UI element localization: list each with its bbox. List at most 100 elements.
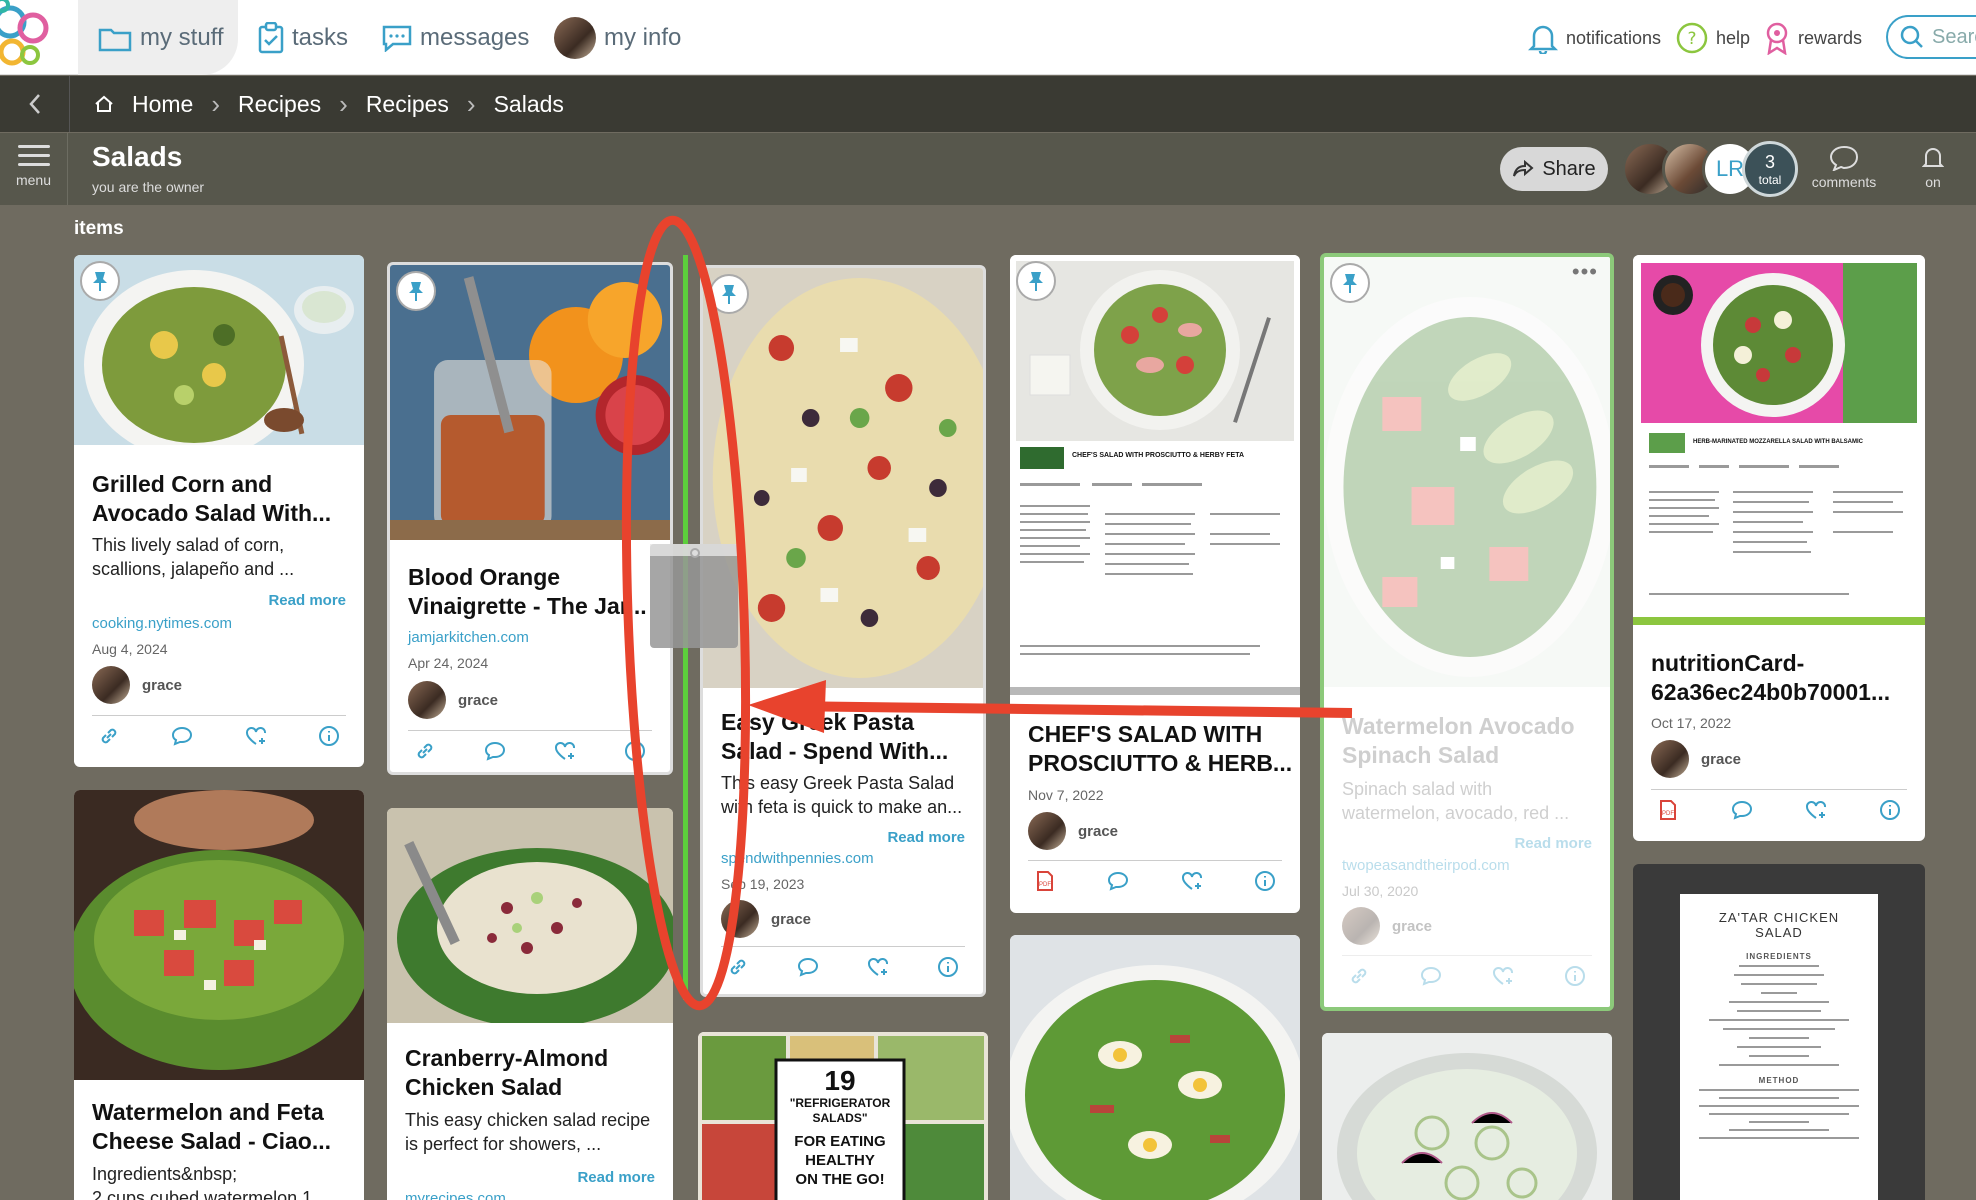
recipe-card-zatar-chicken[interactable]: ZA'TAR CHICKEN SALAD INGREDIENTS METHOD xyxy=(1633,864,1925,1200)
recipe-card-greek-pasta[interactable]: Easy Greek Pasta Salad - Spend With... T… xyxy=(700,265,986,997)
info-icon[interactable] xyxy=(1564,965,1586,987)
doc-heading: CHEF'S SALAD WITH PROSCIUTTO & HERBY FET… xyxy=(1072,452,1244,459)
recipe-card-chefs-salad[interactable]: CHEF'S SALAD WITH PROSCIUTTO & HERBY FET… xyxy=(1010,255,1300,913)
link-icon[interactable] xyxy=(727,956,749,978)
tab-my-stuff[interactable]: my stuff xyxy=(98,18,224,58)
recipe-card-cucumber-salad[interactable] xyxy=(1322,1033,1612,1200)
card-image xyxy=(74,790,364,1080)
recipe-card-refrigerator-salads[interactable]: 19 "REFRIGERATOR SALADS" FOR EATING HEAL… xyxy=(698,1032,988,1200)
source-link[interactable]: twopeasandtheirpod.com xyxy=(1342,857,1510,874)
heart-plus-icon[interactable] xyxy=(1492,965,1514,987)
card-owner: grace xyxy=(1342,907,1432,945)
recipe-card-blood-orange[interactable]: Blood Orange Vinaigrette - The Jar... ja… xyxy=(387,262,673,775)
svg-text:PDF: PDF xyxy=(1662,811,1674,817)
card-title: nutritionCard- 62a36ec24b0b70001... xyxy=(1651,649,1890,707)
heart-plus-icon[interactable] xyxy=(245,725,267,747)
breadcrumb-salads[interactable]: Salads xyxy=(494,91,564,118)
help-link[interactable]: ? help xyxy=(1676,18,1750,58)
back-button[interactable] xyxy=(0,76,70,132)
card-owner: grace xyxy=(92,666,182,704)
pin-button[interactable] xyxy=(80,261,120,301)
tab-label: messages xyxy=(420,24,530,51)
read-more-link[interactable]: Read more xyxy=(268,592,346,609)
comment-icon[interactable] xyxy=(1731,799,1753,821)
heart-plus-icon[interactable] xyxy=(1805,799,1827,821)
app-logo[interactable] xyxy=(0,0,80,75)
info-icon[interactable] xyxy=(1879,799,1901,821)
comment-icon[interactable] xyxy=(484,740,506,762)
tab-tasks[interactable]: tasks xyxy=(258,18,348,58)
recipe-card-watermelon-avocado[interactable]: Watermelon Avocado Spinach Salad Spinach… xyxy=(1320,253,1614,1011)
recipe-card-nutrition[interactable]: HERB-MARINATED MOZZARELLA SALAD WITH BAL… xyxy=(1633,255,1925,841)
poster-line: SALADS" xyxy=(812,1111,868,1125)
breadcrumb-recipes-2[interactable]: Recipes xyxy=(366,91,449,118)
source-link[interactable]: jamjarkitchen.com xyxy=(408,629,529,646)
search-input[interactable]: Searc xyxy=(1886,15,1976,59)
card-image xyxy=(1324,257,1610,687)
bell-icon xyxy=(1921,148,1945,167)
heart-plus-icon[interactable] xyxy=(1181,870,1203,892)
card-image: HERB-MARINATED MOZZARELLA SALAD WITH BAL… xyxy=(1633,255,1925,625)
info-icon[interactable] xyxy=(937,956,959,978)
pin-button[interactable] xyxy=(709,274,749,314)
recipe-card-egg-salad[interactable] xyxy=(1010,935,1300,1200)
card-title-line: Grilled Corn and xyxy=(92,471,273,497)
card-title: Blood Orange Vinaigrette - The Jar... xyxy=(408,563,647,621)
chevron-left-icon xyxy=(28,94,40,114)
card-desc-line: This lively salad of corn, xyxy=(92,535,285,555)
breadcrumb-bar: Home › Recipes › Recipes › Salads xyxy=(0,76,1976,132)
rewards-label: rewards xyxy=(1798,27,1863,48)
card-actions xyxy=(92,715,346,755)
comment-icon[interactable] xyxy=(1420,965,1442,987)
source-link[interactable]: cooking.nytimes.com xyxy=(92,615,232,632)
pin-button[interactable] xyxy=(1330,263,1370,303)
card-title-line: Salad - Spend With... xyxy=(721,738,949,764)
link-icon[interactable] xyxy=(98,725,120,747)
info-icon[interactable] xyxy=(318,725,340,747)
notifications-link[interactable]: notifications xyxy=(1528,18,1661,58)
section-label: items xyxy=(74,218,124,239)
rewards-link[interactable]: rewards xyxy=(1764,18,1862,58)
comment-icon[interactable] xyxy=(171,725,193,747)
breadcrumb-home[interactable]: Home xyxy=(132,91,193,118)
poster-line: HEALTHY xyxy=(805,1152,875,1169)
doc-heading: HERB-MARINATED MOZZARELLA SALAD WITH BAL… xyxy=(1693,439,1864,445)
card-desc-line: with feta is quick to make an... xyxy=(721,797,963,817)
chat-bubble-icon xyxy=(382,25,412,52)
recipe-card-watermelon-feta[interactable]: Watermelon and Feta Cheese Salad - Ciao.… xyxy=(74,790,364,1200)
tab-messages[interactable]: messages xyxy=(382,18,529,58)
comment-icon xyxy=(1829,145,1859,172)
link-icon[interactable] xyxy=(414,740,436,762)
comment-icon[interactable] xyxy=(1107,870,1129,892)
recipe-card-cranberry-almond[interactable]: Cranberry-Almond Chicken Salad This easy… xyxy=(387,808,673,1200)
card-date: Sep 19, 2023 xyxy=(721,876,805,892)
source-link[interactable]: spendwithpennies.com xyxy=(721,850,874,867)
comments-button[interactable]: comments xyxy=(1806,145,1882,190)
read-more-link[interactable]: Read more xyxy=(887,829,965,846)
menu-button[interactable]: menu xyxy=(0,133,68,205)
pdf-icon[interactable]: PDF xyxy=(1657,799,1679,821)
avatar xyxy=(1342,907,1380,945)
heart-plus-icon[interactable] xyxy=(554,740,576,762)
pin-button[interactable] xyxy=(396,271,436,311)
clipboard-check-icon xyxy=(258,22,284,54)
notify-toggle[interactable]: on xyxy=(1916,145,1950,190)
heart-plus-icon[interactable] xyxy=(867,956,889,978)
card-description: Spinach salad with watermelon, avocado, … xyxy=(1342,777,1569,825)
card-actions: PDF xyxy=(1651,789,1907,829)
info-icon[interactable] xyxy=(1254,870,1276,892)
link-icon[interactable] xyxy=(1348,965,1370,987)
pin-button[interactable] xyxy=(1016,261,1056,301)
read-more-link[interactable]: Read more xyxy=(577,1169,655,1186)
pdf-icon[interactable]: PDF xyxy=(1034,870,1056,892)
breadcrumb-recipes[interactable]: Recipes xyxy=(238,91,321,118)
more-options-icon[interactable]: ••• xyxy=(1572,259,1598,285)
comment-icon[interactable] xyxy=(797,956,819,978)
card-image: CHEF'S SALAD WITH PROSCIUTTO & HERBY FET… xyxy=(1010,255,1300,695)
source-link[interactable]: myrecipes.com xyxy=(405,1190,506,1200)
recipe-card-grilled-corn[interactable]: Grilled Corn and Avocado Salad With... T… xyxy=(74,255,364,767)
tab-my-info[interactable]: my info xyxy=(554,17,681,59)
read-more-link[interactable]: Read more xyxy=(1514,835,1592,852)
share-button[interactable]: Share xyxy=(1500,147,1608,191)
info-icon[interactable] xyxy=(624,740,646,762)
